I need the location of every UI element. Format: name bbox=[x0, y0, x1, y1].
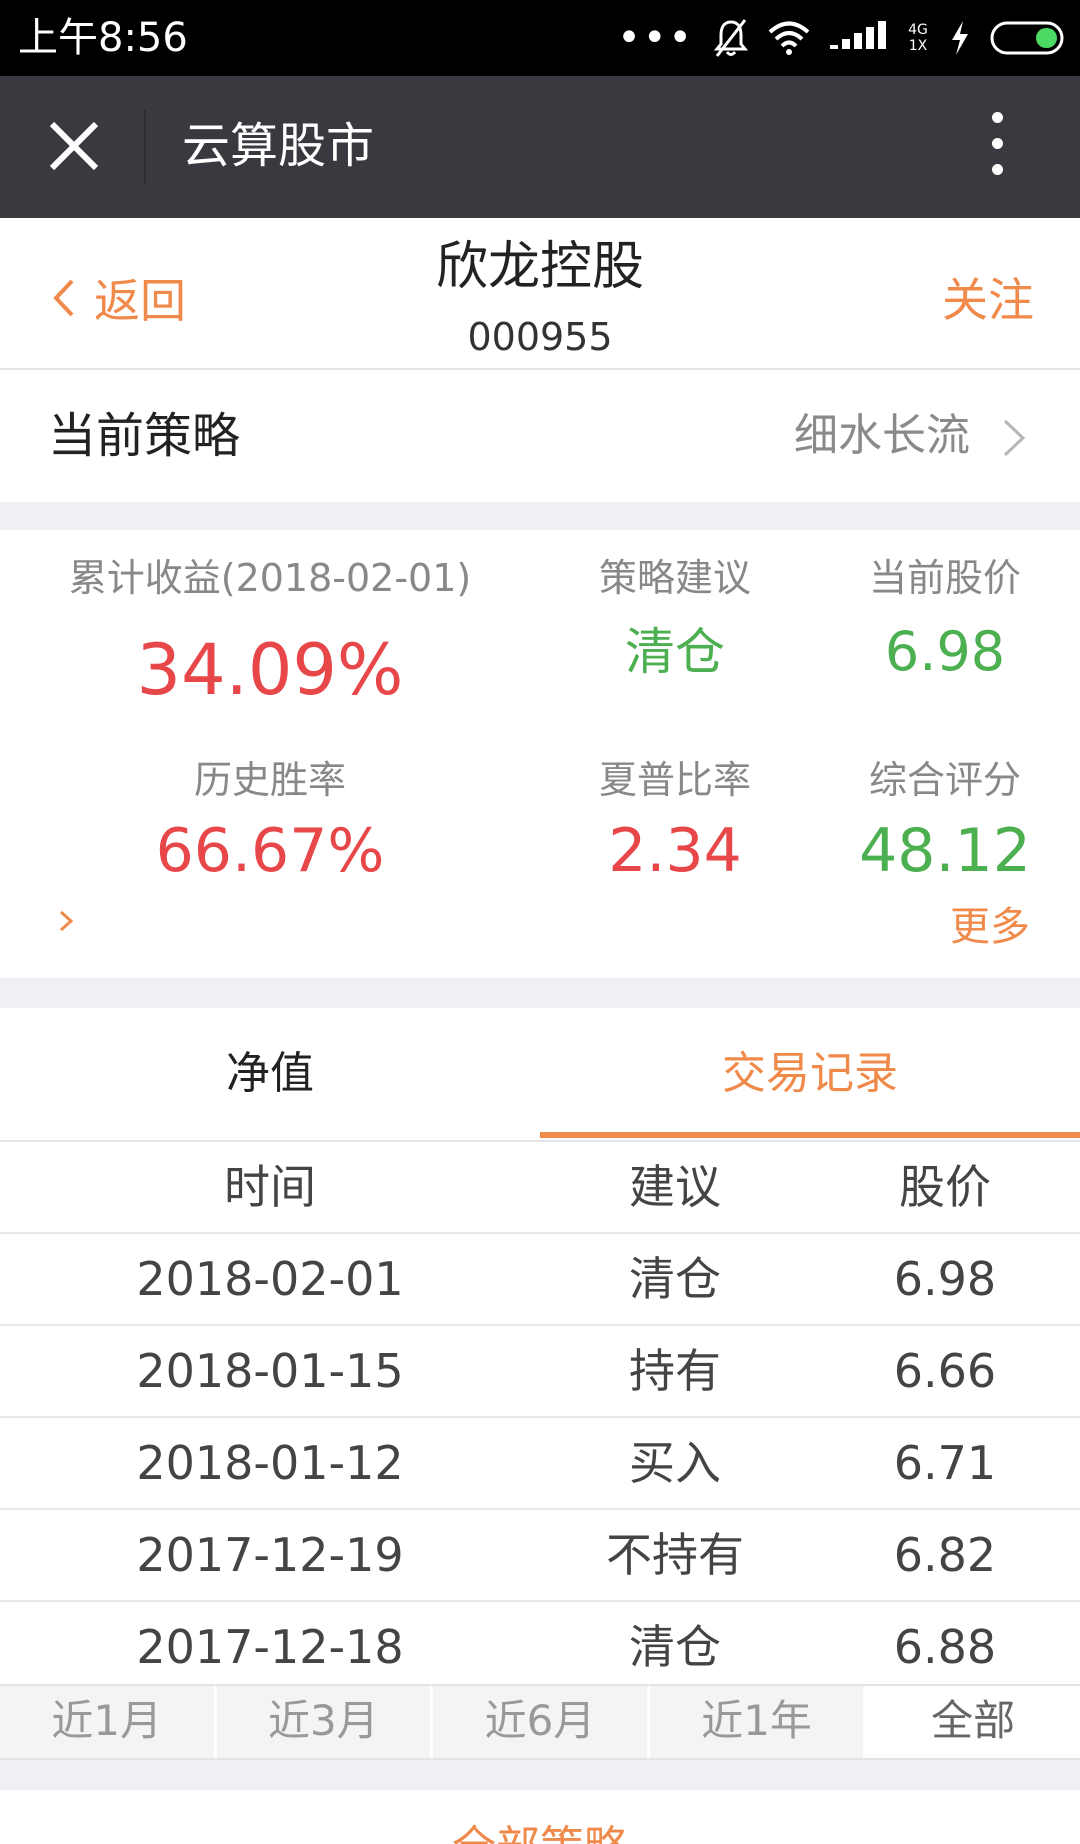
row-advice: 持有 bbox=[629, 1344, 721, 1398]
advice-value: 清仓 bbox=[625, 623, 725, 681]
win-rate-label: 历史胜率 bbox=[193, 758, 346, 802]
cumulative-return-label: 累计收益(2018-02-01) bbox=[68, 556, 472, 600]
more-vertical-icon[interactable] bbox=[982, 112, 1012, 184]
bell-off-icon bbox=[714, 19, 748, 57]
row-price: 6.88 bbox=[893, 1620, 997, 1674]
table-row: 2018-01-12 买入 6.71 bbox=[0, 1418, 1080, 1510]
row-date: 2018-01-12 bbox=[136, 1436, 404, 1490]
follow-button[interactable]: 关注 bbox=[942, 270, 1034, 330]
navbar: 云算股市 bbox=[0, 76, 1080, 218]
chevron-right-icon bbox=[1003, 419, 1026, 457]
current-price-value: 6.98 bbox=[884, 620, 1006, 683]
tab-trade-records[interactable]: 交易记录 bbox=[540, 1008, 1080, 1140]
header-time: 时间 bbox=[224, 1160, 316, 1214]
advice-label: 策略建议 bbox=[598, 556, 751, 600]
table-row: 2018-02-01 清仓 6.98 bbox=[0, 1234, 1080, 1326]
period-filter: 近1月 近3月 近6月 近1年 全部 bbox=[0, 1684, 1080, 1760]
period-6-months[interactable]: 近6月 bbox=[433, 1686, 650, 1758]
row-price: 6.82 bbox=[893, 1528, 997, 1582]
table-row: 2017-12-18 清仓 6.88 bbox=[0, 1602, 1080, 1694]
status-time: 上午8:56 bbox=[18, 15, 188, 61]
trade-records-table: 时间 建议 股价 2018-02-01 清仓 6.98 2018-01-15 持… bbox=[0, 1142, 1080, 1694]
active-tab-indicator bbox=[540, 1132, 1080, 1138]
stock-header: 返回 欣龙控股 000955 关注 bbox=[0, 218, 1080, 370]
row-date: 2017-12-19 bbox=[136, 1528, 404, 1582]
row-date: 2017-12-18 bbox=[136, 1620, 404, 1674]
more-dots-icon: ••• bbox=[617, 15, 694, 61]
row-price: 6.71 bbox=[893, 1436, 997, 1490]
win-rate-value: 66.67% bbox=[155, 816, 385, 886]
score-value: 48.12 bbox=[859, 816, 1031, 886]
stats-panel: 累计收益(2018-02-01) 34.09% 策略建议 清仓 当前股价 6.9… bbox=[0, 530, 1080, 978]
more-button[interactable]: 更多 bbox=[950, 902, 1030, 952]
row-advice: 清仓 bbox=[629, 1252, 721, 1306]
period-1-year[interactable]: 近1年 bbox=[649, 1686, 867, 1758]
status-bar: 上午8:56 ••• 4G 1X bbox=[0, 0, 1080, 76]
cumulative-return-value: 34.09% bbox=[136, 629, 404, 711]
stock-code: 000955 bbox=[467, 315, 613, 359]
current-strategy-row[interactable]: 当前策略 细水长流 bbox=[0, 370, 1080, 502]
strategy-label: 当前策略 bbox=[48, 408, 241, 464]
sharpe-label: 夏普比率 bbox=[598, 758, 751, 802]
tab-net-value[interactable]: 净值 bbox=[0, 1008, 540, 1140]
table-row: 2017-12-19 不持有 6.82 bbox=[0, 1510, 1080, 1602]
wifi-icon bbox=[768, 21, 810, 55]
bottom-section: 全部策略 bbox=[0, 1790, 1080, 1844]
close-icon[interactable] bbox=[44, 116, 104, 176]
signal-icon bbox=[830, 21, 886, 49]
row-price: 6.66 bbox=[893, 1344, 997, 1398]
battery-icon bbox=[990, 21, 1064, 55]
table-header: 时间 建议 股价 bbox=[0, 1142, 1080, 1234]
header-advice: 建议 bbox=[629, 1160, 721, 1214]
header-price: 股价 bbox=[899, 1160, 991, 1214]
row-advice: 买入 bbox=[629, 1436, 721, 1490]
all-strategies-link[interactable]: 全部策略 bbox=[0, 1820, 1080, 1844]
row-advice: 不持有 bbox=[606, 1528, 744, 1582]
strategy-value: 细水长流 bbox=[794, 410, 970, 461]
score-label: 综合评分 bbox=[868, 758, 1021, 802]
more-row: 更多 bbox=[0, 890, 1080, 978]
stock-name: 欣龙控股 bbox=[435, 237, 644, 297]
row-date: 2018-01-15 bbox=[136, 1344, 404, 1398]
network-type: 4G 1X bbox=[908, 22, 928, 54]
charging-icon bbox=[952, 21, 968, 55]
current-price-label: 当前股价 bbox=[868, 556, 1021, 600]
status-icons: ••• 4G 1X bbox=[617, 16, 1066, 60]
expand-chevron-icon[interactable] bbox=[56, 906, 76, 936]
tab-bar: 净值 交易记录 bbox=[0, 1008, 1080, 1143]
nav-divider bbox=[144, 110, 146, 184]
period-1-month[interactable]: 近1月 bbox=[0, 1686, 217, 1758]
table-row: 2018-01-15 持有 6.66 bbox=[0, 1326, 1080, 1418]
sharpe-value: 2.34 bbox=[608, 816, 742, 886]
period-all[interactable]: 全部 bbox=[866, 1686, 1080, 1758]
app-title: 云算股市 bbox=[182, 118, 375, 174]
row-price: 6.98 bbox=[893, 1252, 997, 1306]
row-date: 2018-02-01 bbox=[136, 1252, 404, 1306]
row-advice: 清仓 bbox=[629, 1620, 721, 1674]
period-3-months[interactable]: 近3月 bbox=[216, 1686, 434, 1758]
